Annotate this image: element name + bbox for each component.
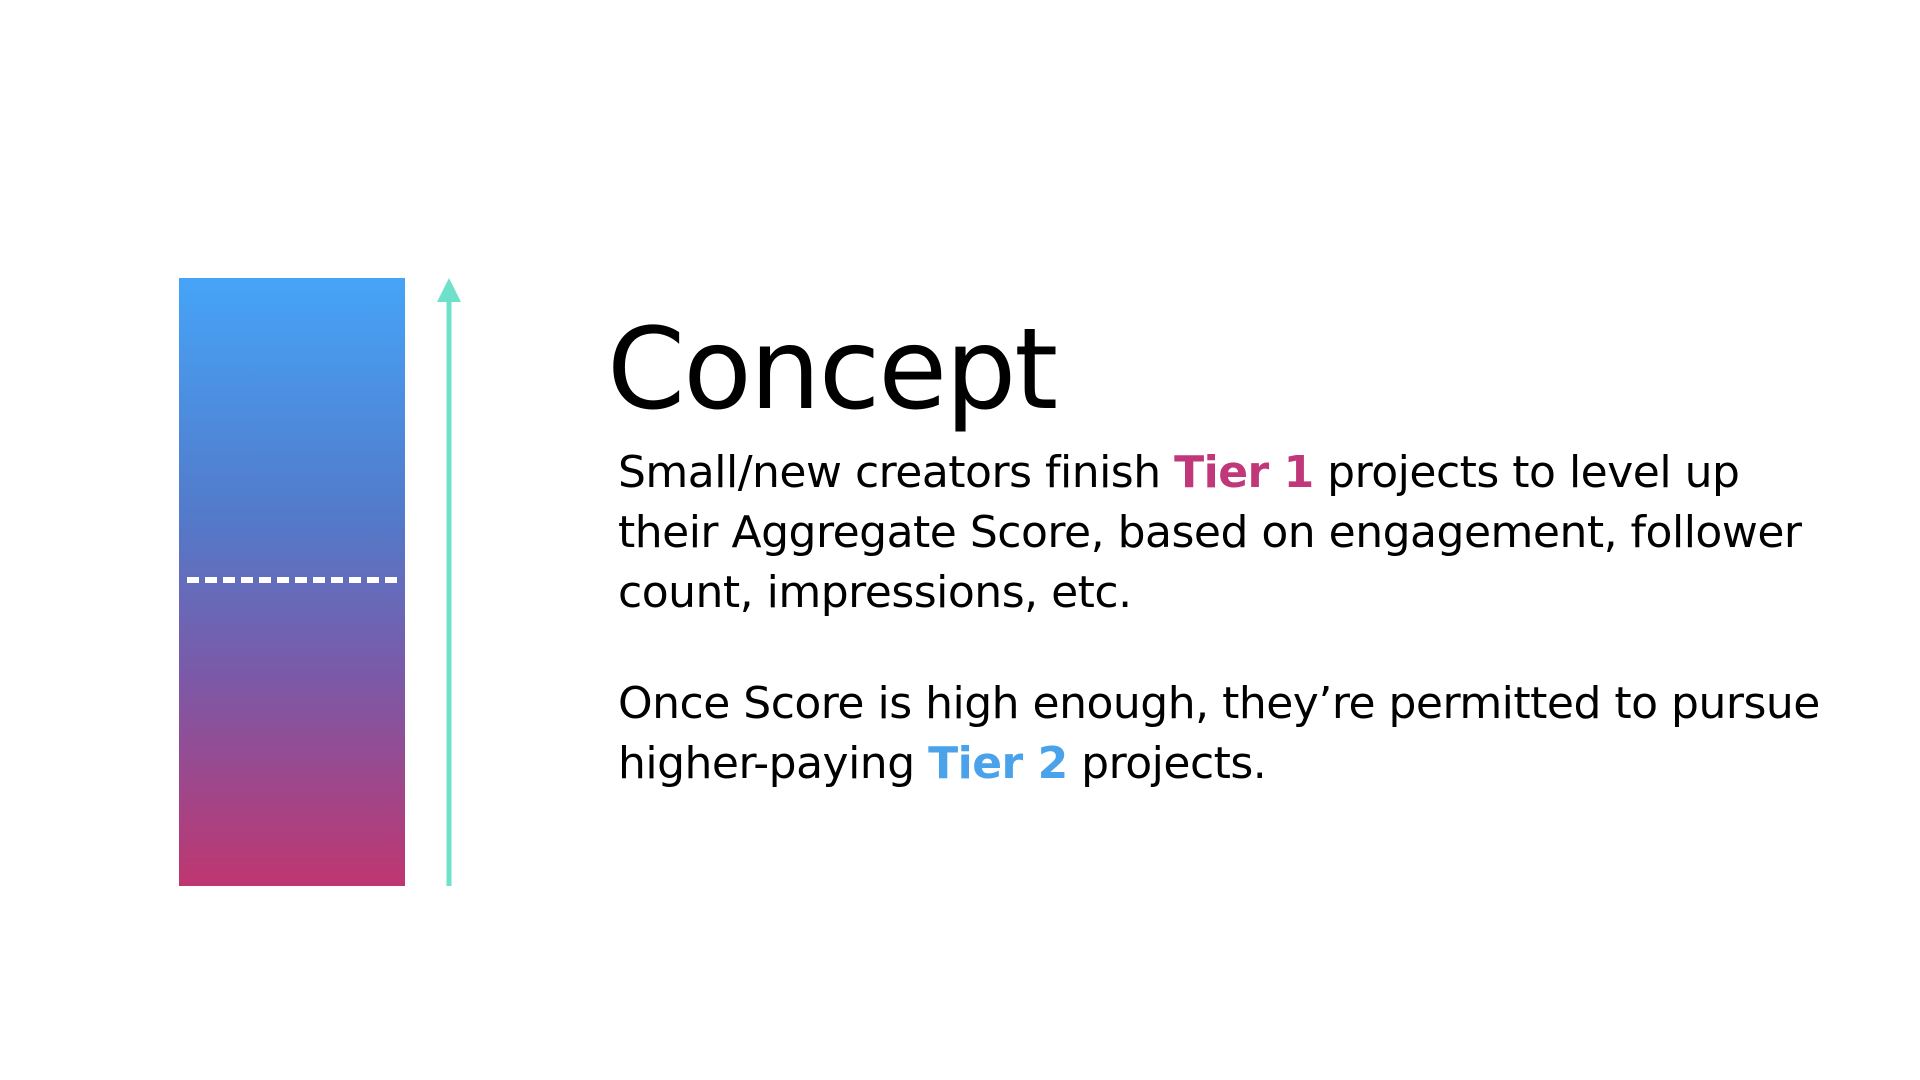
paragraph-tier2: Once Score is high enough, they’re permi… <box>618 674 1828 794</box>
slide: Concept Small/new creators finish Tier 1… <box>0 0 1920 1080</box>
tier2-label: Tier 2 <box>928 738 1068 789</box>
tier1-label: Tier 1 <box>1174 447 1314 498</box>
paragraph1-text-start: Small/new creators finish <box>618 447 1175 498</box>
paragraph2-text-end: projects. <box>1067 738 1267 789</box>
tier-divider-dashed-line <box>187 577 397 583</box>
slide-title: Concept <box>607 305 1058 435</box>
paragraph-tier1: Small/new creators finish Tier 1 project… <box>618 443 1828 623</box>
up-arrow-icon <box>434 278 464 886</box>
tier-gradient-bar <box>179 278 405 886</box>
